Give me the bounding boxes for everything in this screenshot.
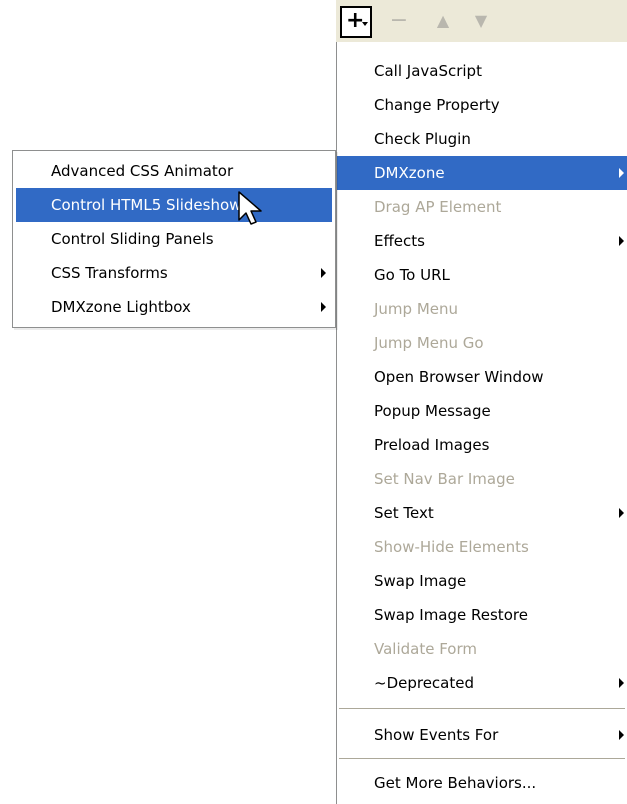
menu-item-jump-menu-go: Jump Menu Go xyxy=(337,326,627,360)
submenu-item-dmxzone-lightbox[interactable]: DMXzone Lightbox xyxy=(16,290,332,324)
menu-item-open-browser-window[interactable]: Open Browser Window xyxy=(337,360,627,394)
move-down-button[interactable]: ▼ xyxy=(466,6,496,38)
menu-item-dmxzone[interactable]: DMXzone xyxy=(337,156,627,190)
menu-item-effects[interactable]: Effects xyxy=(337,224,627,258)
triangle-down-icon: ▼ xyxy=(474,11,488,30)
menu-item-label: DMXzone xyxy=(374,164,445,182)
menu-item-set-text[interactable]: Set Text xyxy=(337,496,627,530)
dropdown-caret-icon xyxy=(362,22,368,26)
submenu-item-label: CSS Transforms xyxy=(51,264,168,282)
menu-item-label: Effects xyxy=(374,232,425,250)
menu-item-label: Set Nav Bar Image xyxy=(374,470,515,488)
submenu-item-label: Control HTML5 Slideshow xyxy=(51,196,242,214)
submenu-item-label: DMXzone Lightbox xyxy=(51,298,191,316)
menu-item-label: Show-Hide Elements xyxy=(374,538,529,556)
submenu-item-advanced-css-animator[interactable]: Advanced CSS Animator xyxy=(16,154,332,188)
menu-item-call-javascript[interactable]: Call JavaScript xyxy=(337,54,627,88)
submenu-arrow-icon xyxy=(619,730,624,740)
menu-item-popup-message[interactable]: Popup Message xyxy=(337,394,627,428)
menu-item-go-to-url[interactable]: Go To URL xyxy=(337,258,627,292)
menu-item-preload-images[interactable]: Preload Images xyxy=(337,428,627,462)
menu-item-show-hide-elements: Show-Hide Elements xyxy=(337,530,627,564)
behaviors-toolbar: + − ▲ ▼ xyxy=(336,0,627,42)
add-behavior-button[interactable]: + xyxy=(340,6,372,38)
submenu-item-label: Advanced CSS Animator xyxy=(51,162,234,180)
minus-icon: − xyxy=(389,8,409,33)
move-up-button[interactable]: ▲ xyxy=(428,6,458,38)
menu-item-label: Check Plugin xyxy=(374,130,471,148)
menu-item-label: Jump Menu xyxy=(374,300,459,318)
menu-item-swap-image[interactable]: Swap Image xyxy=(337,564,627,598)
submenu-arrow-icon xyxy=(619,508,624,518)
menu-item-swap-image-restore[interactable]: Swap Image Restore xyxy=(337,598,627,632)
menu-item-label: Open Browser Window xyxy=(374,368,544,386)
remove-behavior-button[interactable]: − xyxy=(384,6,414,38)
menu-item-label: Popup Message xyxy=(374,402,491,420)
menu-item-change-property[interactable]: Change Property xyxy=(337,88,627,122)
menu-item-label: Swap Image Restore xyxy=(374,606,528,624)
menu-item-label: ~Deprecated xyxy=(374,674,475,692)
submenu-arrow-icon xyxy=(619,168,624,178)
menu-item-label: Drag AP Element xyxy=(374,198,502,216)
menu-item-label: Jump Menu Go xyxy=(374,334,484,352)
menu-separator xyxy=(339,758,625,760)
menu-item-label: Show Events For xyxy=(374,726,499,744)
menu-item-label: Call JavaScript xyxy=(374,62,482,80)
menu-item-show-events-for[interactable]: Show Events For xyxy=(337,718,627,752)
menu-separator xyxy=(339,708,625,710)
menu-item-label: Set Text xyxy=(374,504,434,522)
submenu-arrow-icon xyxy=(321,268,326,278)
menu-item-jump-menu: Jump Menu xyxy=(337,292,627,326)
submenu-item-css-transforms[interactable]: CSS Transforms xyxy=(16,256,332,290)
submenu-arrow-icon xyxy=(619,236,624,246)
menu-item-deprecated[interactable]: ~Deprecated xyxy=(337,666,627,700)
submenu-arrow-icon xyxy=(619,678,624,688)
menu-item-label: Go To URL xyxy=(374,266,450,284)
mouse-pointer-icon xyxy=(238,191,262,225)
dmxzone-submenu: Advanced CSS Animator Control HTML5 Slid… xyxy=(12,150,336,328)
menu-item-set-nav-bar-image: Set Nav Bar Image xyxy=(337,462,627,496)
submenu-item-label: Control Sliding Panels xyxy=(51,230,214,248)
menu-item-label: Change Property xyxy=(374,96,500,114)
menu-item-label: Swap Image xyxy=(374,572,467,590)
menu-item-drag-ap-element: Drag AP Element xyxy=(337,190,627,224)
behaviors-menu: Call JavaScript Change Property Check Pl… xyxy=(336,42,627,804)
menu-item-validate-form: Validate Form xyxy=(337,632,627,666)
menu-item-check-plugin[interactable]: Check Plugin xyxy=(337,122,627,156)
submenu-arrow-icon xyxy=(321,302,326,312)
menu-item-get-more-behaviors[interactable]: Get More Behaviors... xyxy=(337,766,627,800)
menu-item-label: Preload Images xyxy=(374,436,490,454)
submenu-item-control-sliding-panels[interactable]: Control Sliding Panels xyxy=(16,222,332,256)
submenu-item-control-html5-slideshow[interactable]: Control HTML5 Slideshow xyxy=(16,188,332,222)
plus-icon: + xyxy=(346,8,365,33)
menu-item-label: Get More Behaviors... xyxy=(374,774,537,792)
triangle-up-icon: ▲ xyxy=(436,11,450,30)
menu-item-label: Validate Form xyxy=(374,640,478,658)
